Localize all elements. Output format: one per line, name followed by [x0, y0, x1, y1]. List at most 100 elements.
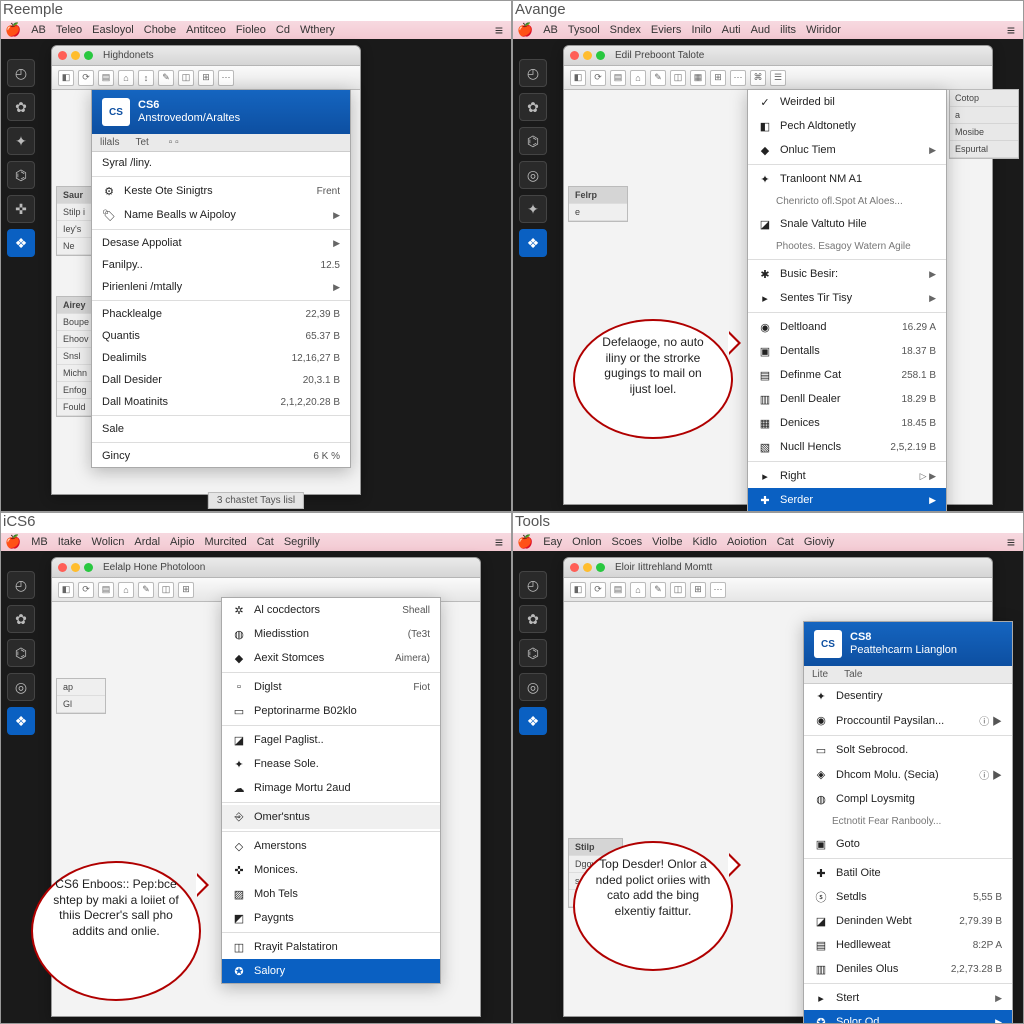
menu-item[interactable]: ▫DiglstFiot: [222, 675, 440, 699]
list-item[interactable]: e: [569, 204, 627, 221]
tb-icon[interactable]: ▤: [610, 582, 626, 598]
panel-titlebar[interactable]: Highdonets: [52, 46, 360, 66]
tool-icon[interactable]: ❖: [7, 229, 35, 257]
menu-item[interactable]: MB: [31, 536, 48, 548]
menu-item[interactable]: ▤Definme Cat258.1 B: [748, 363, 946, 387]
menu-item[interactable]: ✦Fnease Sole.: [222, 752, 440, 776]
hamburger-icon[interactable]: ≡: [495, 22, 503, 38]
menu-item[interactable]: Wolicn: [92, 536, 125, 548]
tb-icon[interactable]: ◧: [570, 70, 586, 86]
tb-icon[interactable]: ⟳: [78, 582, 94, 598]
menu-item[interactable]: Syral /liny.: [92, 152, 350, 174]
tb-icon[interactable]: ◧: [58, 70, 74, 86]
tb-icon[interactable]: ⌘: [750, 70, 766, 86]
menu-item[interactable]: Gincy6 K %: [92, 445, 350, 467]
apple-icon[interactable]: 🍎: [5, 534, 21, 550]
dd-tab[interactable]: Lite: [804, 666, 836, 683]
hamburger-icon[interactable]: ≡: [1007, 22, 1015, 38]
tool-icon[interactable]: ◴: [7, 59, 35, 87]
tool-icon[interactable]: ⌬: [7, 161, 35, 189]
tb-icon[interactable]: ▤: [98, 70, 114, 86]
rp-item[interactable]: Cotop: [950, 90, 1018, 107]
tool-icon[interactable]: ✿: [519, 605, 547, 633]
tool-icon[interactable]: ✿: [519, 93, 547, 121]
rp-item[interactable]: Mosibe: [950, 124, 1018, 141]
tool-icon[interactable]: ◴: [519, 571, 547, 599]
menu-item[interactable]: Scoes: [612, 536, 643, 548]
menu-item[interactable]: ⎆Omer'sntus: [222, 805, 440, 829]
hamburger-icon[interactable]: ≡: [1007, 534, 1015, 550]
tb-icon[interactable]: ⌂: [118, 70, 134, 86]
menu-item[interactable]: ◉Deltloand16.29 A: [748, 315, 946, 339]
tb-icon[interactable]: ✎: [650, 70, 666, 86]
tool-icon[interactable]: ◎: [7, 673, 35, 701]
menu-item[interactable]: Onlon: [572, 536, 601, 548]
tb-icon[interactable]: ◫: [158, 582, 174, 598]
tool-icon[interactable]: ✿: [7, 605, 35, 633]
tb-icon[interactable]: ⟳: [590, 70, 606, 86]
menu-item[interactable]: Inilo: [691, 24, 711, 36]
panel-titlebar[interactable]: Edil Preboont Talote: [564, 46, 992, 66]
menu-item-selected[interactable]: ✪Salory: [222, 959, 440, 983]
tool-icon[interactable]: ✿: [7, 93, 35, 121]
menu-item[interactable]: ☁Rimage Mortu 2aud: [222, 776, 440, 800]
tb-icon[interactable]: ✎: [650, 582, 666, 598]
menu-item[interactable]: Wiridor: [806, 24, 841, 36]
dd-tab[interactable]: lilals: [92, 134, 127, 151]
menu-item[interactable]: ◍Miedisstion(Te3t: [222, 622, 440, 646]
tb-icon[interactable]: ◫: [670, 70, 686, 86]
tb-icon[interactable]: ✎: [158, 70, 174, 86]
menu-item[interactable]: ◧Pech Aldtonetly: [748, 114, 946, 138]
menu-item[interactable]: Aud: [751, 24, 771, 36]
tool-icon[interactable]: ✦: [7, 127, 35, 155]
apple-icon[interactable]: 🍎: [517, 534, 533, 550]
menu-item[interactable]: ◉Proccountil Paysilan...ⓘ ▶: [804, 708, 1012, 733]
menu-item[interactable]: ◍Compl Loysmitg: [804, 787, 1012, 811]
menu-item[interactable]: Dealimils12,16,27 B: [92, 347, 350, 369]
tb-icon[interactable]: ◧: [58, 582, 74, 598]
menu-item[interactable]: AB: [31, 24, 46, 36]
tb-icon[interactable]: ⊞: [690, 582, 706, 598]
menu-item[interactable]: ▸Right▷ ▶: [748, 464, 946, 488]
menu-item[interactable]: Tysool: [568, 24, 600, 36]
tb-icon[interactable]: ⌂: [630, 70, 646, 86]
tool-icon[interactable]: ✜: [7, 195, 35, 223]
menu-item[interactable]: ◪Fagel Paglist..: [222, 728, 440, 752]
menu-item[interactable]: ▸Sentes Tir Tisy▶: [748, 286, 946, 310]
tb-icon[interactable]: ⊞: [710, 70, 726, 86]
menu-item[interactable]: ✦Desentiry: [804, 684, 1012, 708]
menu-item[interactable]: ◆Onluc Tiem▶: [748, 138, 946, 162]
menu-item[interactable]: ✱Busic Besir:▶: [748, 262, 946, 286]
menu-item[interactable]: Teleo: [56, 24, 82, 36]
menu-item[interactable]: ▧Nucll Hencls2,5,2.19 B: [748, 435, 946, 459]
menu-item[interactable]: ▤Hedlleweat8:2P A: [804, 933, 1012, 957]
menu-item[interactable]: ✓Weirded bil: [748, 90, 946, 114]
menu-item[interactable]: ✜Monices.: [222, 858, 440, 882]
menu-item[interactable]: Segrilly: [284, 536, 320, 548]
menu-item[interactable]: ⚙Keste Ote SinigtrsFrent: [92, 179, 350, 203]
menu-item[interactable]: Fanilpy..12.5: [92, 254, 350, 276]
rp-item[interactable]: a: [950, 107, 1018, 124]
list-item[interactable]: ap: [57, 679, 105, 696]
menu-item[interactable]: Ardal: [134, 536, 160, 548]
menu-item[interactable]: Pirienleni /mtally▶: [92, 276, 350, 298]
tool-icon[interactable]: ◴: [7, 571, 35, 599]
menu-item[interactable]: Murcited: [205, 536, 247, 548]
menu-item[interactable]: ✲Al cocdectorsSheall: [222, 598, 440, 622]
menu-item-selected[interactable]: ✚Serder▶: [748, 488, 946, 512]
menu-item[interactable]: ▨Moh Tels: [222, 882, 440, 906]
menu-item[interactable]: Cd: [276, 24, 290, 36]
menu-item[interactable]: ✚Batil Oite: [804, 861, 1012, 885]
tool-icon[interactable]: ◴: [519, 59, 547, 87]
menu-item[interactable]: ◪Snale Valtuto Hile: [748, 212, 946, 236]
menu-item[interactable]: Antitceo: [186, 24, 226, 36]
tb-icon[interactable]: ↕: [138, 70, 154, 86]
apple-icon[interactable]: 🍎: [517, 22, 533, 38]
tb-icon[interactable]: ⋯: [218, 70, 234, 86]
menu-item[interactable]: Cat: [257, 536, 274, 548]
menu-item[interactable]: ◇Amerstons: [222, 834, 440, 858]
menu-item[interactable]: Fioleo: [236, 24, 266, 36]
menu-item[interactable]: ◫Rrayit Palstatiron: [222, 935, 440, 959]
menu-item[interactable]: ▥Deniles Olus2,2,73.28 B: [804, 957, 1012, 981]
menu-item[interactable]: Violbe: [652, 536, 682, 548]
